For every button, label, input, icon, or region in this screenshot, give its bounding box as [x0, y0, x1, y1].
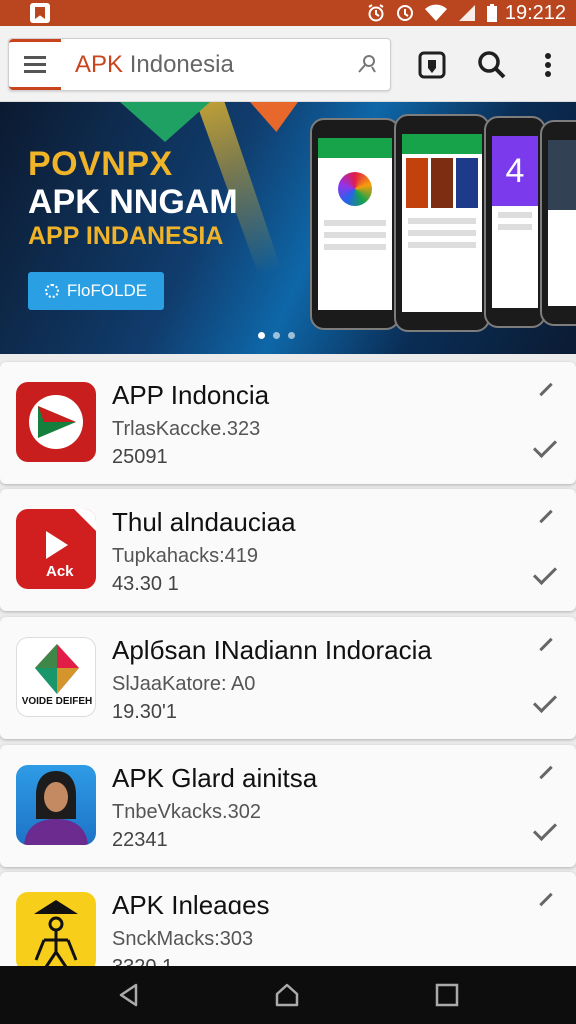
check-icon[interactable]: [532, 688, 558, 714]
app-icon-label: VOIDE DEIFEH: [21, 696, 93, 707]
banner-button[interactable]: FloFOLDE: [28, 272, 164, 310]
app-notification-icon: [30, 3, 50, 23]
app-list-item[interactable]: APK Glard ainitsa TnbeVkacks.302 22341: [0, 745, 576, 867]
status-time: 19:212: [504, 2, 566, 24]
more-vertical-icon[interactable]: [531, 48, 565, 82]
search-title-rest: Indonesia: [123, 51, 234, 78]
loading-spinner-icon: [44, 284, 59, 298]
banner-green-shape: [120, 102, 210, 142]
home-icon[interactable]: [274, 982, 300, 1008]
banner-headline-2: APK NNGAM: [28, 183, 238, 221]
back-icon[interactable]: [116, 982, 142, 1008]
expand-icon[interactable]: [539, 637, 553, 652]
search-box[interactable]: APK Indonesia: [8, 38, 391, 91]
expand-icon[interactable]: [539, 892, 553, 907]
check-icon[interactable]: [532, 816, 558, 842]
microphone-icon[interactable]: [356, 52, 380, 76]
app-icon-label: Ack: [46, 563, 74, 580]
carousel-dot[interactable]: [258, 332, 265, 339]
hamburger-menu-icon[interactable]: [9, 39, 61, 90]
recents-icon[interactable]: [434, 982, 460, 1008]
banner-headline-3: APP INDANESIA: [28, 222, 224, 250]
app-title: APK Inleaɑes: [112, 890, 270, 920]
yellow-stickman-icon: [16, 892, 96, 972]
app-title: APP Indoncia: [112, 380, 270, 410]
expand-icon[interactable]: [539, 765, 553, 780]
app-list-item[interactable]: VOIDE DEIFEH Aplбsan INadiann Indoracia …: [0, 617, 576, 739]
carousel-dots[interactable]: [258, 332, 295, 339]
app-list-item[interactable]: Ack Thul alndauciaa Tupkahacks:419 43.30…: [0, 489, 576, 611]
banner-headline-1: POVNPX: [28, 145, 173, 183]
sync-icon: [397, 5, 413, 21]
app-title: Thul alndauciaa: [112, 507, 296, 537]
search-icon[interactable]: [475, 48, 509, 82]
app-subtitle: TnbeVkacks.302: [112, 801, 261, 823]
status-icons: [366, 2, 498, 24]
search-title-accent: APK: [75, 51, 124, 78]
app-subtitle: Tupkahacks:419: [112, 545, 259, 567]
red-play-apk-icon: Ack: [16, 509, 96, 589]
banner-phone-1: [310, 118, 400, 330]
app-bar: APK Indonesia: [0, 26, 576, 102]
banner-orange-shape: [250, 102, 298, 132]
carousel-dot[interactable]: [288, 332, 295, 339]
carousel-dot[interactable]: [273, 332, 280, 339]
app-meta: 22341: [112, 829, 168, 851]
app-meta: 25091: [112, 446, 168, 468]
banner-phone-2: [394, 114, 490, 332]
download-box-icon[interactable]: [415, 48, 449, 82]
battery-icon: [487, 4, 497, 22]
colorful-diamond-icon: VOIDE DEIFEH: [16, 637, 96, 717]
app-title: Aplбsan INadiann Indoracia: [112, 635, 432, 665]
banner-phone-4: [540, 120, 576, 326]
check-icon[interactable]: [532, 433, 558, 459]
app-list-item[interactable]: APP Indoncia TrlasKaccke.323 25091: [0, 362, 576, 484]
app-subtitle: SlJaaKatore: A0: [112, 673, 256, 695]
alarm-icon: [368, 4, 384, 22]
banner-button-label: FloFOLDE: [66, 281, 148, 300]
system-nav-bar: [0, 966, 576, 1024]
signal-icon: [459, 5, 475, 21]
app-subtitle: TrlasKaccke.323: [112, 418, 261, 440]
status-bar: 19:212: [0, 0, 576, 26]
expand-icon[interactable]: [539, 382, 553, 397]
app-meta: 43.30 1: [112, 573, 179, 595]
app-subtitle: SnckMacks:303: [112, 928, 254, 950]
check-icon[interactable]: [532, 560, 558, 586]
app-title: APK Glard ainitsa: [112, 763, 318, 793]
wifi-icon: [425, 4, 447, 21]
app-meta: 19.30'1: [112, 701, 177, 723]
red-flag-play-icon: [16, 382, 96, 462]
woman-portrait-icon: [16, 765, 96, 845]
expand-icon[interactable]: [539, 509, 553, 524]
search-title[interactable]: APK Indonesia: [75, 51, 234, 79]
banner-phone-3: 4: [484, 116, 546, 328]
promo-banner[interactable]: 4 POVNPX APK NNGAM APP INDANESIA FloFOLD…: [0, 102, 576, 354]
